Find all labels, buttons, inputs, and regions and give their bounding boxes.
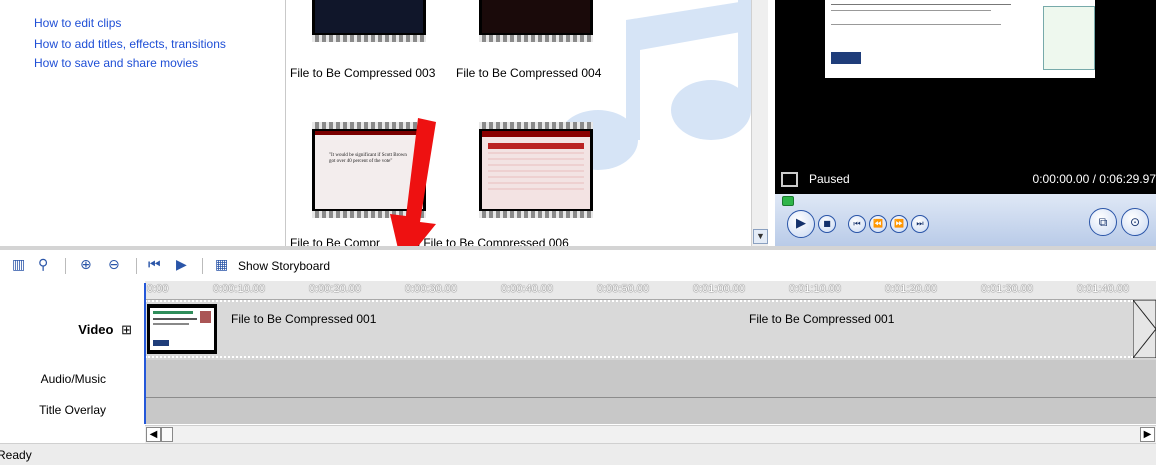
rewind-icon[interactable]: ⏮ (148, 257, 161, 273)
status-bar: Ready (0, 443, 1156, 465)
video-track-label: Video (78, 322, 114, 337)
title-overlay-track[interactable] (145, 398, 1156, 424)
zoom-out-icon[interactable]: ⊖ (108, 257, 120, 273)
previous-clip-button[interactable]: ⏮ (848, 215, 866, 233)
audio-track-label: Audio/Music (40, 372, 106, 386)
play-icon[interactable]: ▶ (176, 257, 187, 273)
video-clip[interactable]: File to Be Compressed 001 File to Be Com… (145, 300, 1133, 358)
ruler-tick: 0:00:20.00 (309, 283, 361, 295)
preview-monitor: Paused 0:00:00.00 / 0:06:29.97 ▶ ■ ⏮ ⏪ ⏩… (768, 0, 1156, 246)
task-pane: How to edit clips How to add titles, eff… (0, 0, 285, 245)
preview-screen (775, 0, 1156, 166)
clip-label-004[interactable]: File to Be Compressed 004 (456, 66, 601, 80)
timeline-toolbar: ▥ ⚲ ⊕ ⊖ ⏮ ▶ ▦ Show Storyboard (0, 250, 1156, 280)
scroll-right-icon[interactable]: ▶ (1140, 427, 1155, 442)
timeline-ruler[interactable]: 0:00 0:00:10.00 0:00:20.00 0:00:30.00 0:… (145, 281, 1156, 300)
clip-thumbnail-003[interactable] (312, 0, 426, 42)
status-text: Ready (0, 448, 32, 462)
audio-track[interactable] (145, 360, 1156, 398)
narrate-icon[interactable]: ⚲ (38, 257, 48, 273)
clip-title: File to Be Compressed 001 (749, 312, 895, 326)
storyboard-timeline-icon[interactable]: ▥ (12, 257, 25, 273)
ruler-tick: 0:01:40.00 (1077, 283, 1129, 295)
collection-scrollbar[interactable]: ▼ (751, 0, 768, 246)
clip-thumbnail-006[interactable] (479, 122, 593, 218)
rewind-frame-button[interactable]: ⏪ (869, 215, 887, 233)
zoom-in-icon[interactable]: ⊕ (80, 257, 92, 273)
ruler-tick: 0:00 (147, 283, 169, 295)
ruler-tick: 0:01:30.00 (981, 283, 1033, 295)
show-storyboard-button[interactable]: Show Storyboard (238, 259, 330, 273)
video-track-label-group: Video ⊞ (78, 322, 132, 338)
play-button[interactable]: ▶ (787, 210, 815, 238)
link-save-share[interactable]: How to save and share movies (34, 56, 198, 70)
film-strip-icon[interactable]: ▦ (215, 257, 228, 273)
timeline-scrollbar[interactable]: ◀ ▶ (145, 425, 1156, 443)
scroll-thumb[interactable] (161, 427, 173, 442)
playback-status: Paused (809, 172, 850, 186)
playback-status-bar: Paused 0:00:00.00 / 0:06:29.97 (775, 166, 1156, 194)
video-track[interactable]: File to Be Compressed 001 File to Be Com… (145, 299, 1156, 361)
snapshot-icon[interactable]: ⊙ (1121, 208, 1149, 236)
clip-title: File to Be Compressed 001 (231, 312, 377, 326)
link-add-titles[interactable]: How to add titles, effects, transitions (34, 37, 226, 51)
expand-track-icon[interactable]: ⊞ (121, 322, 132, 337)
forward-frame-button[interactable]: ⏩ (890, 215, 908, 233)
ruler-tick: 0:00:10.00 (213, 283, 265, 295)
scroll-left-icon[interactable]: ◀ (146, 427, 161, 442)
clip-label-003[interactable]: File to Be Compressed 003 (290, 66, 435, 80)
ruler-tick: 0:00:50.00 (597, 283, 649, 295)
ruler-tick: 0:00:40.00 (501, 283, 553, 295)
split-icon[interactable]: ⧉ (1089, 208, 1117, 236)
playhead[interactable] (144, 283, 146, 424)
next-clip-button[interactable]: ⏭ (911, 215, 929, 233)
playback-time: 0:00:00.00 / 0:06:29.97 (1032, 172, 1156, 186)
playback-controls: ▶ ■ ⏮ ⏪ ⏩ ⏭ ⧉ ⊙ (775, 194, 1156, 246)
ruler-tick: 0:01:20.00 (885, 283, 937, 295)
track-label-column: Video ⊞ Audio/Music Title Overlay (0, 299, 132, 424)
preview-frame (825, 0, 1095, 78)
fullscreen-icon[interactable] (781, 172, 798, 187)
transition-marker (1133, 300, 1156, 358)
ruler-tick: 0:01:00.00 (693, 283, 745, 295)
stop-button[interactable]: ■ (818, 215, 836, 233)
ruler-tick: 0:01:10.00 (789, 283, 841, 295)
ruler-tick: 0:00:30.00 (405, 283, 457, 295)
clip-label-005[interactable]: File to Be Compr (290, 236, 380, 246)
collection-pane: File to Be Compressed 003 File to Be Com… (285, 0, 752, 246)
scroll-down-icon[interactable]: ▼ (753, 229, 768, 244)
seek-slider[interactable] (782, 196, 794, 206)
link-edit-clips[interactable]: How to edit clips (34, 16, 121, 30)
clip-thumbnail-004[interactable] (479, 0, 593, 42)
clip-thumbnail-001 (147, 304, 217, 354)
title-track-label: Title Overlay (39, 403, 106, 417)
